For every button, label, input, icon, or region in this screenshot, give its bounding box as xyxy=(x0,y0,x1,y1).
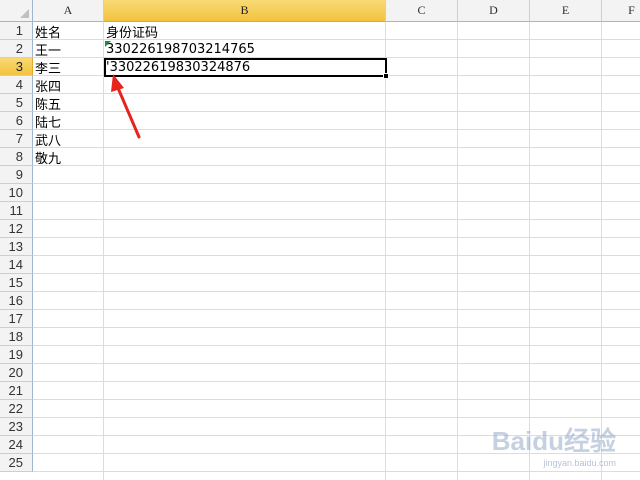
annotation-arrow xyxy=(111,74,141,139)
arrow-shaft xyxy=(116,86,141,139)
arrow-head xyxy=(111,74,124,92)
spreadsheet-grid: ABCDEF 1 2 3 4 5 6 7 8 9 10 11 12 13 14 15 16 17 18 19 20 21… xyxy=(0,0,640,480)
